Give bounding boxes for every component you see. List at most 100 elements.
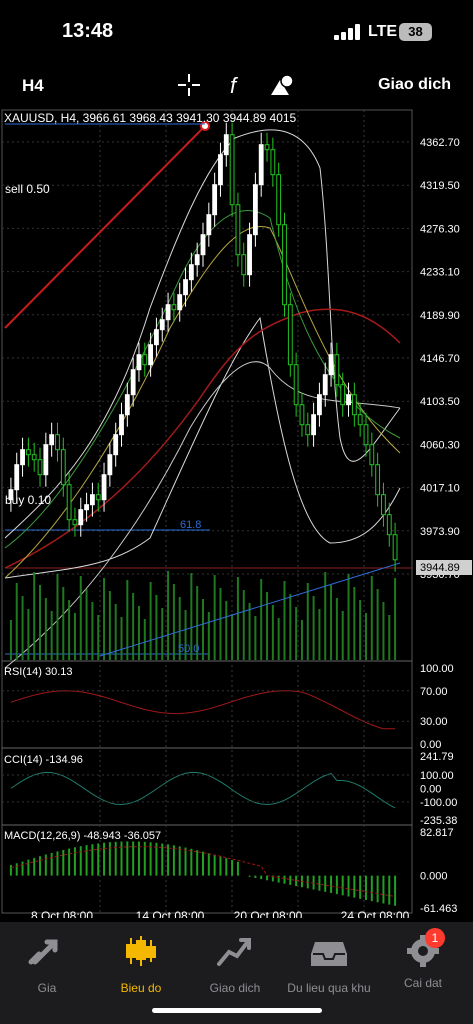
candle (66, 472, 72, 532)
candle (363, 412, 369, 457)
candle (252, 172, 258, 247)
function-icon[interactable]: f (224, 72, 250, 98)
candle (31, 442, 37, 472)
status-bar: 13:48 LTE 38 (0, 0, 473, 62)
sell-order-label[interactable]: sell 0.50 (5, 182, 50, 196)
candle (165, 292, 171, 332)
candle (154, 317, 159, 357)
candle (293, 352, 299, 417)
price-tick-label: 4362.70 (420, 137, 460, 149)
crosshair-icon[interactable] (176, 72, 202, 98)
time-tick-label: 14 Oct 08:00 (136, 909, 205, 918)
price-tick-label: 4060.30 (420, 439, 460, 451)
candle (223, 122, 229, 167)
candle (119, 402, 124, 447)
svg-text:f: f (230, 73, 239, 98)
buy-order-label[interactable]: buy 0.10 (5, 493, 51, 507)
candle (113, 422, 119, 467)
rsi-tick-label: 0.00 (420, 739, 441, 751)
candle (311, 402, 317, 447)
nav-label: Cai dat (403, 976, 443, 990)
candle (351, 382, 357, 427)
bollinger-lower (4, 316, 401, 579)
candle (101, 462, 107, 512)
candlesticks (8, 122, 398, 572)
candle (340, 372, 346, 417)
rsi-line (10, 690, 396, 730)
candle (229, 122, 235, 217)
cci-line (10, 771, 396, 809)
candle (381, 482, 386, 527)
notification-badge: 1 (425, 928, 445, 948)
candle (124, 382, 130, 427)
cci-tick-label: 100.00 (420, 770, 454, 782)
candle (200, 222, 206, 267)
candle (247, 222, 252, 287)
fib-50-label: 50.0 (178, 643, 199, 655)
candle (171, 292, 177, 322)
cci-tick-label: -100.00 (420, 797, 457, 809)
timeframe-button[interactable]: H4 (22, 76, 44, 96)
nav-item-du-lieu[interactable]: Du lieu qua khu (282, 934, 376, 995)
candle (276, 162, 282, 237)
candle (369, 432, 375, 477)
nav-item-giao-dich[interactable]: Giao dich (188, 934, 282, 995)
network-label: LTE (368, 23, 398, 40)
candle (287, 292, 293, 377)
candle (206, 202, 212, 247)
cci-tick-label: -235.38 (420, 815, 457, 827)
nav-item-cai-dat[interactable]: 1 Cai dat (376, 928, 470, 990)
candle (20, 437, 25, 477)
macd-label: MACD(12,26,9) -48.943 -36.057 (4, 830, 161, 842)
chart-area[interactable]: XAUUSD, H4, 3966.61 3968.43 3941.30 3944… (0, 108, 473, 923)
nav-label: Giao dich (209, 981, 261, 995)
rsi-tick-label: 30.00 (420, 716, 448, 728)
price-tick-label: 4017.10 (420, 483, 460, 495)
shapes-icon[interactable] (270, 72, 296, 98)
chart-header: XAUUSD, H4, 3966.61 3968.43 3941.30 3944… (4, 111, 297, 125)
candle (183, 267, 188, 307)
rsi-label: RSI(14) 30.13 (4, 666, 72, 678)
candle (317, 382, 322, 427)
inbox-icon (311, 942, 347, 966)
nav-label: Gia (37, 981, 57, 995)
candle (49, 422, 55, 457)
fib-618-label: 61.8 (180, 519, 201, 531)
candle (375, 452, 381, 507)
candles-icon (126, 936, 156, 966)
time-tick-label: 8 Oct 08:00 (31, 909, 93, 918)
price-tick-label: 3973.90 (420, 526, 460, 538)
price-tick-label: 4319.50 (420, 180, 460, 192)
candle (72, 507, 78, 537)
volume-bars (9, 571, 397, 660)
candle (177, 282, 183, 322)
candle (212, 172, 218, 227)
clock: 13:48 (62, 20, 114, 42)
trade-button[interactable]: Giao dich (378, 76, 451, 94)
price-tick-label: 4276.30 (420, 223, 460, 235)
price-tick-label: 4146.70 (420, 353, 460, 365)
nav-item-bieu-do[interactable]: Bieu do (94, 934, 188, 995)
price-axis: 4362.70 4319.50 4276.30 4233.10 4189.90 4146.… (420, 137, 460, 581)
macd-tick-label: -61.463 (420, 903, 457, 915)
candle (25, 437, 31, 467)
cci-tick-label: 241.79 (420, 751, 454, 763)
time-tick-label: 24 Oct 08:00 (341, 909, 410, 918)
price-chart[interactable]: XAUUSD, H4, 3966.61 3968.43 3941.30 3944… (0, 108, 473, 923)
current-price-value: 3944.89 (420, 562, 460, 574)
price-tick-label: 4103.50 (420, 396, 460, 408)
candle (43, 432, 49, 487)
macd-tick-label: 0.000 (420, 871, 448, 883)
trend-icon (217, 938, 251, 966)
rsi-tick-label: 100.00 (420, 663, 454, 675)
rsi-tick-label: 70.00 (420, 686, 448, 698)
signal-icon (334, 24, 360, 40)
cci-tick-label: 0.00 (420, 783, 441, 795)
candle (55, 422, 60, 462)
macd-histogram (9, 841, 397, 906)
candle (241, 242, 247, 287)
nav-item-gia[interactable]: Gia (0, 934, 94, 995)
battery-icon: 38 (399, 23, 432, 41)
cci-label: CCI(14) -134.96 (4, 754, 83, 766)
price-tick-label: 4189.90 (420, 310, 460, 322)
